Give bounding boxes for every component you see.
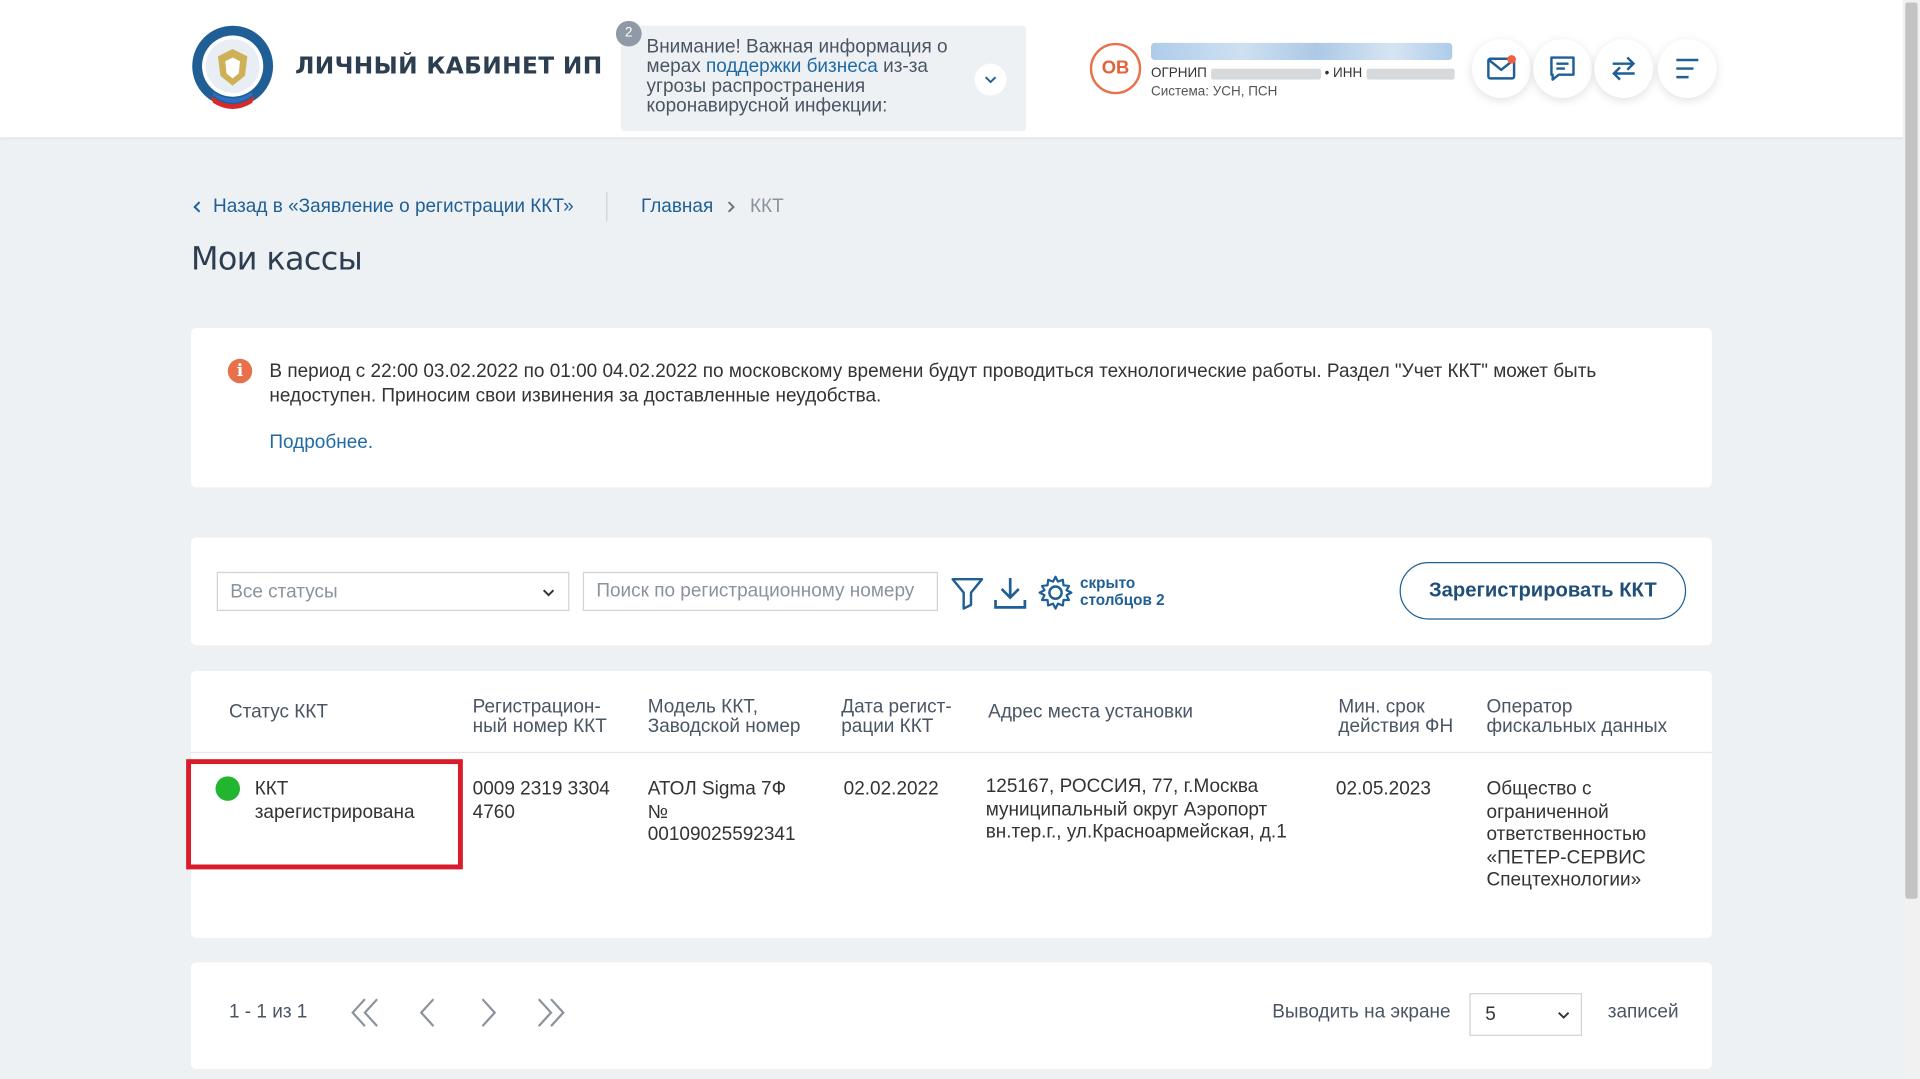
- scrollbar[interactable]: [1902, 0, 1920, 1079]
- transfer-icon: [1612, 56, 1636, 81]
- hidden-columns-count: столбцов 2: [1080, 591, 1165, 609]
- unread-dot: [1507, 55, 1516, 64]
- breadcrumb-current: ККТ: [749, 195, 784, 217]
- gear-icon[interactable]: [1037, 574, 1074, 611]
- status-filter-value: Все статусы: [230, 581, 338, 603]
- chevron-down-icon: [985, 76, 997, 84]
- col-header-status[interactable]: Статус ККТ: [229, 702, 328, 723]
- filter-icon[interactable]: [949, 574, 986, 611]
- pagination-range: 1 - 1 из 1: [228, 1001, 308, 1023]
- breadcrumb-divider: [606, 192, 608, 222]
- cell-operator: Общество с ограниченной ответственностью…: [1486, 778, 1647, 891]
- breadcrumb-home[interactable]: Главная: [641, 196, 713, 218]
- search-input[interactable]: [582, 571, 938, 612]
- cell-reg-date: 02.02.2022: [843, 778, 939, 800]
- kkt-table: Статус ККТ Регистрацион- ный номер ККТ М…: [186, 671, 1712, 938]
- chevron-down-icon: [1558, 1011, 1570, 1019]
- avatar[interactable]: ОВ: [1089, 42, 1142, 95]
- fns-logo[interactable]: [191, 24, 274, 110]
- col-header-operator[interactable]: Оператор фискальных данных: [1487, 697, 1668, 737]
- next-page-icon[interactable]: [470, 994, 507, 1031]
- register-kkt-button[interactable]: Зарегистрировать ККТ: [1399, 562, 1687, 620]
- notice-expand-button[interactable]: [974, 63, 1007, 96]
- toolbar: Все статусы скрыто столбцов 2 Зарегистри…: [191, 537, 1712, 646]
- col-header-reg-date[interactable]: Дата регист- рации ККТ: [841, 697, 951, 737]
- ogrnip-label: ОГРНИП: [1151, 66, 1207, 81]
- cell-model: АТОЛ Sigma 7Ф № 00109025592341: [647, 778, 796, 845]
- per-page-label: Выводить на экране: [1272, 1001, 1451, 1023]
- status-highlight-box: [186, 759, 463, 870]
- notice-count-badge: 2: [615, 20, 642, 47]
- inn-label: • ИНН: [1324, 66, 1363, 81]
- maintenance-alert: i В период с 22:00 03.02.2022 по 01:00 0…: [191, 328, 1712, 488]
- download-icon[interactable]: [992, 574, 1029, 611]
- first-page-icon[interactable]: [348, 994, 385, 1031]
- ogrnip-redacted: [1210, 68, 1321, 80]
- menu-button[interactable]: [1657, 39, 1717, 98]
- menu-icon: [1676, 58, 1699, 79]
- per-page-select[interactable]: 5: [1469, 993, 1583, 1036]
- breadcrumb: Назад в «Заявление о регистрации ККТ» Гл…: [191, 192, 784, 222]
- cell-fn-term: 02.05.2023: [1335, 778, 1431, 800]
- messages-button[interactable]: [1471, 39, 1531, 98]
- support-business-link[interactable]: поддержки бизнеса: [706, 56, 878, 77]
- tax-system: Система: УСН, ПСН: [1151, 84, 1278, 100]
- chevron-right-icon: [728, 201, 736, 213]
- brand-title: ЛИЧНЫЙ КАБИНЕТ ИП: [295, 52, 603, 80]
- records-label: записей: [1607, 1001, 1679, 1023]
- scrollbar-thumb[interactable]: [1905, 2, 1918, 899]
- switch-profile-button[interactable]: [1594, 39, 1654, 98]
- col-header-reg-number[interactable]: Регистрацион- ный номер ККТ: [473, 697, 607, 737]
- info-icon: i: [227, 358, 253, 384]
- hidden-columns-label: скрыто: [1080, 574, 1136, 592]
- chat-button[interactable]: [1533, 39, 1592, 98]
- hidden-columns-toggle[interactable]: скрыто столбцов 2: [1080, 574, 1165, 608]
- prev-page-icon[interactable]: [409, 994, 446, 1031]
- inn-redacted: [1365, 68, 1455, 80]
- chat-icon: [1550, 56, 1575, 81]
- alert-more-link[interactable]: Подробнее.: [269, 432, 373, 454]
- chevron-down-icon: [542, 589, 555, 597]
- per-page-value: 5: [1485, 1004, 1496, 1025]
- alert-text: В период с 22:00 03.02.2022 по 01:00 04.…: [269, 361, 1597, 407]
- user-identifiers: ОГРНИП • ИНН: [1151, 66, 1455, 81]
- covid-notice[interactable]: 2 Внимание! Важная информация о мерах по…: [615, 20, 1027, 132]
- header: ЛИЧНЫЙ КАБИНЕТ ИП 2 Внимание! Важная инф…: [0, 0, 1920, 138]
- last-page-icon[interactable]: [531, 994, 568, 1031]
- cell-reg-number: 0009 2319 3304 4760: [472, 778, 610, 823]
- cell-address: 125167, РОССИЯ, 77, г.Москва муниципальн…: [985, 776, 1287, 843]
- col-header-fn-term[interactable]: Мин. срок действия ФН: [1338, 697, 1453, 737]
- page-title: Мои кассы: [191, 241, 363, 278]
- table-header-divider: [191, 751, 1712, 754]
- notice-text: Внимание! Важная информация о мерах подд…: [647, 37, 959, 116]
- col-header-address[interactable]: Адрес места установки: [988, 702, 1193, 723]
- status-filter-select[interactable]: Все статусы: [216, 571, 570, 612]
- back-link[interactable]: Назад в «Заявление о регистрации ККТ»: [213, 196, 574, 218]
- pagination: 1 - 1 из 1 Выводить на экране 5 записей: [191, 962, 1712, 1069]
- chevron-left-icon: [193, 201, 201, 213]
- user-name-redacted[interactable]: [1151, 42, 1453, 61]
- col-header-model[interactable]: Модель ККТ, Заводской номер: [648, 697, 801, 737]
